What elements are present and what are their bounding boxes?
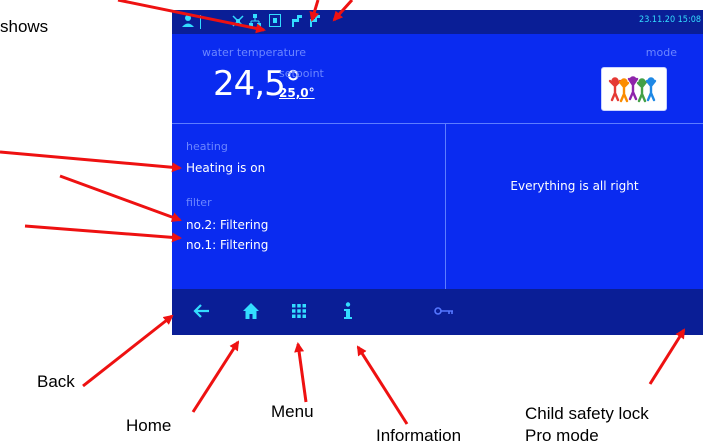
arrow-valve-1	[309, 0, 320, 22]
arrow-child-lock	[648, 328, 686, 385]
arrow-menu	[294, 342, 308, 403]
arrow-home	[191, 340, 240, 413]
arrow-info	[356, 345, 409, 425]
annotation-arrows	[0, 0, 686, 425]
arrow-filter-2	[59, 174, 182, 222]
arrow-valve-2	[332, 0, 354, 22]
arrow-back	[82, 314, 174, 388]
arrow-filter-1	[24, 224, 182, 243]
arrow-status-icons	[117, 0, 266, 34]
arrow-heating	[0, 150, 182, 173]
